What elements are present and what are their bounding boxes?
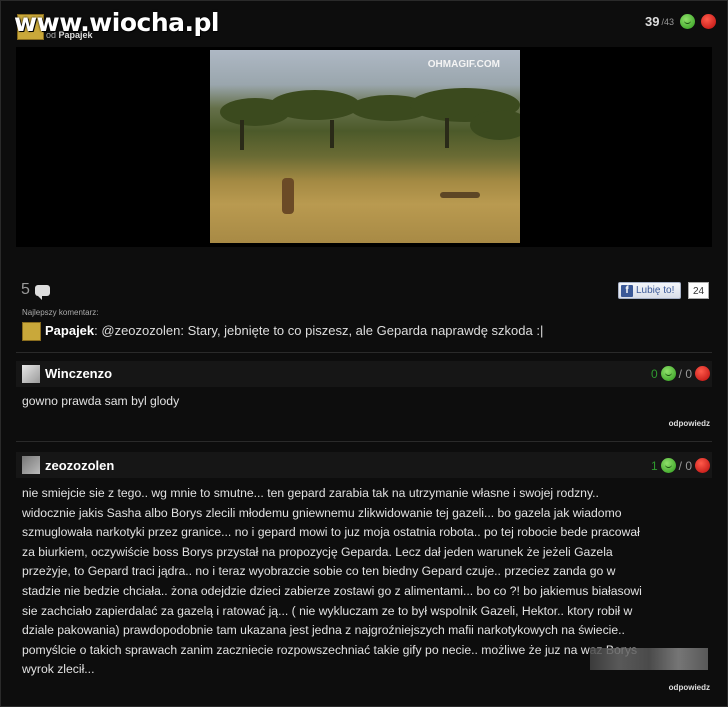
site-watermark: www.wiocha.pl (14, 8, 219, 37)
comment-author[interactable]: Winczenzo (45, 366, 112, 381)
comment-line: stadzie nie bedzie chciała.. żona odejdz… (22, 583, 642, 598)
best-comment-author[interactable]: Papajek (45, 323, 94, 338)
comment-count-value: 5 (21, 281, 30, 298)
comment-bubble-icon (34, 284, 50, 300)
upvote-smile-icon[interactable] (660, 458, 676, 473)
comment-author[interactable]: zeozozolen (45, 458, 114, 473)
best-comment: Papajek: @zeozozolen: Stary, jebnięte to… (45, 323, 543, 338)
comment-votes: 0 / 0 (651, 366, 710, 381)
upvote-smile-icon[interactable] (660, 366, 676, 381)
comment-counter: 5 (21, 281, 50, 300)
comment-header (16, 452, 712, 478)
facebook-like-button[interactable]: f Lubię to! (618, 282, 681, 299)
facebook-icon: f (621, 284, 633, 297)
downvote-frown-icon[interactable] (695, 458, 710, 473)
comment-plus-count: 0 (650, 366, 658, 381)
like-label: Lubię to! (636, 285, 675, 296)
comment-text: gowno prawda sam byl glody (22, 394, 180, 408)
reply-link[interactable]: odpowiedz (669, 683, 710, 692)
reply-link[interactable]: odpowiedz (669, 419, 710, 428)
divider (16, 352, 712, 353)
comment-avatar[interactable] (22, 365, 40, 383)
comment-header (16, 361, 712, 387)
divider (16, 441, 712, 442)
gif-logo: OHMAGIF.COM (427, 59, 500, 70)
comment-line: sie zachciało zapierdalać za gazelą i ra… (22, 603, 633, 618)
post-vote-box: 39 /43 (645, 14, 716, 29)
comment-line: szmuglowała narkotyki przez granice... n… (22, 525, 640, 540)
best-comment-label: Najlepszy komentarz: (22, 308, 99, 317)
best-comment-text: : @zeozozolen: Stary, jebnięte to co pis… (94, 323, 544, 338)
comment-votes: 1 / 0 (651, 458, 710, 473)
comment-avatar[interactable] (22, 456, 40, 474)
best-comment-avatar[interactable] (22, 322, 41, 341)
comment-plus-count: 1 (650, 458, 658, 473)
comment-line: widocznie jakis Sasha albo Borys zlecili… (22, 505, 622, 520)
comment-line: nie smiejcie sie z tego.. wg mnie to smu… (22, 486, 599, 500)
comment-line: dziale pakowania) prawdopodobnie tam uka… (22, 623, 625, 638)
upvote-smile-icon[interactable] (680, 14, 695, 29)
downvote-frown-icon[interactable] (695, 366, 710, 381)
like-count: 24 (688, 282, 709, 299)
comment-line: przeżyje, to Gepard traci jądra.. no i t… (22, 564, 616, 579)
post-votes-total: /43 (661, 16, 674, 27)
comment-line: za biurkiem, oczywiście boss Borys przys… (22, 544, 613, 559)
post-gif-image[interactable]: OHMAGIF.COM (210, 50, 520, 243)
comment-minus-count: / 0 (678, 458, 692, 473)
pixelated-overlay (590, 648, 708, 670)
comment-minus-count: / 0 (678, 366, 692, 381)
downvote-frown-icon[interactable] (701, 14, 716, 29)
post-votes-up: 39 (645, 14, 660, 29)
